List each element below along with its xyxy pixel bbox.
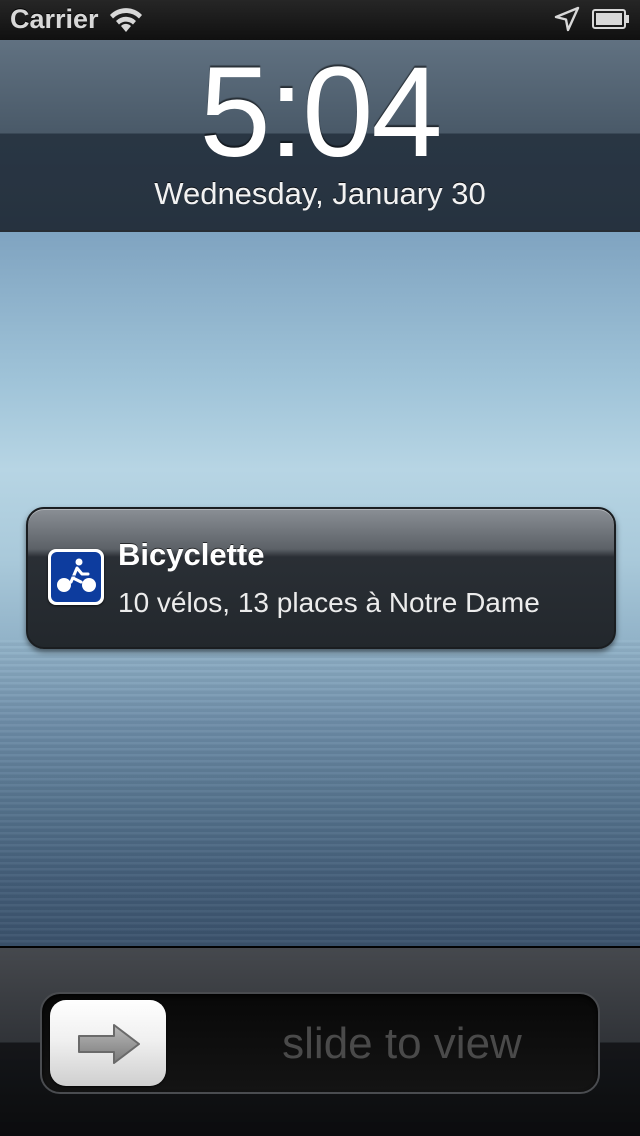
lock-screen: Carrier 5:04 Wednesday, January 30 Bicyc… [0, 0, 640, 1136]
bicycle-icon [51, 552, 101, 602]
status-bar: Carrier [0, 0, 640, 40]
unlock-slider-knob[interactable] [50, 1000, 166, 1086]
clock-band: 5:04 Wednesday, January 30 [0, 40, 640, 232]
arrow-right-icon [78, 1024, 140, 1064]
lock-date: Wednesday, January 30 [154, 176, 486, 211]
unlock-slider-label: slide to view [282, 1019, 522, 1068]
location-arrow-icon [554, 6, 580, 32]
notification-banner[interactable]: Bicyclette 10 vélos, 13 places à Notre D… [26, 507, 616, 649]
notification-message: 10 vélos, 13 places à Notre Dame [118, 587, 540, 618]
notification-title: Bicyclette [118, 537, 265, 572]
lock-time: 5:04 [199, 41, 442, 184]
unlock-slider-track[interactable]: slide to view [40, 992, 600, 1094]
app-icon [48, 549, 104, 605]
wifi-icon [110, 8, 142, 32]
unlock-bar: slide to view [0, 946, 640, 1136]
wallpaper-water [0, 640, 640, 960]
carrier-label: Carrier [10, 4, 99, 34]
battery-full-icon [592, 9, 629, 29]
